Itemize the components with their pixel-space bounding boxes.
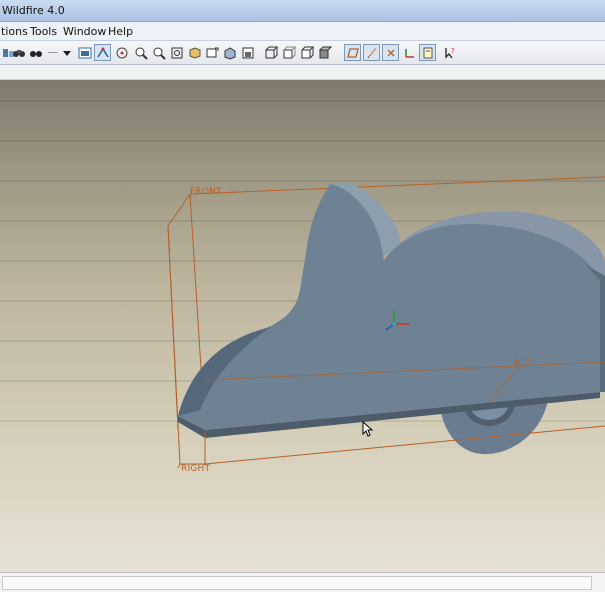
bottom-margin bbox=[0, 592, 605, 605]
window-title: Wildfire 4.0 bbox=[2, 4, 65, 17]
axis-label: A_1 bbox=[514, 358, 531, 368]
status-bar bbox=[0, 572, 605, 592]
repaint-icon[interactable] bbox=[239, 44, 256, 61]
menu-window[interactable]: Window bbox=[63, 25, 106, 38]
annotation-toggle-icon[interactable] bbox=[419, 44, 436, 61]
spin-center-icon[interactable] bbox=[113, 44, 130, 61]
display-style-icon[interactable] bbox=[76, 44, 93, 61]
whats-this-icon[interactable]: ? bbox=[441, 44, 458, 61]
no-hidden-icon[interactable] bbox=[298, 44, 315, 61]
shading-icon[interactable] bbox=[316, 44, 333, 61]
saved-views-icon[interactable] bbox=[203, 44, 220, 61]
toolbar: ? bbox=[0, 41, 605, 65]
menu-bar: tions Tools Window Help bbox=[0, 22, 605, 41]
datum-display-icon[interactable] bbox=[94, 44, 111, 61]
menu-applications[interactable]: tions bbox=[1, 25, 28, 38]
zoom-in-icon[interactable] bbox=[132, 44, 149, 61]
model-scene bbox=[0, 100, 605, 469]
planes-toggle-icon[interactable] bbox=[344, 44, 361, 61]
points-toggle-icon[interactable] bbox=[382, 44, 399, 61]
menu-help[interactable]: Help bbox=[108, 25, 133, 38]
binoculars-icon[interactable] bbox=[10, 44, 27, 61]
binoculars-2-icon[interactable] bbox=[27, 44, 44, 61]
title-bar: Wildfire 4.0 bbox=[0, 0, 605, 22]
front-plane-label: FRONT bbox=[190, 187, 222, 197]
svg-text:?: ? bbox=[451, 47, 455, 55]
refit-icon[interactable] bbox=[168, 44, 185, 61]
dropdown-arrow-icon[interactable] bbox=[58, 44, 75, 61]
orient-icon[interactable] bbox=[221, 44, 238, 61]
zoom-out-icon[interactable] bbox=[150, 44, 167, 61]
right-plane-label: RIGHT bbox=[181, 464, 211, 474]
wireframe-icon[interactable] bbox=[262, 44, 279, 61]
graphics-viewport[interactable]: FRONT RIGHT A_1 bbox=[0, 80, 605, 572]
menu-tools[interactable]: Tools bbox=[30, 25, 57, 38]
hidden-line-icon[interactable] bbox=[280, 44, 297, 61]
mouse-cursor-icon bbox=[362, 421, 374, 437]
axes-toggle-icon[interactable] bbox=[363, 44, 380, 61]
csys-toggle-icon[interactable] bbox=[401, 44, 418, 61]
view-manager-icon[interactable] bbox=[186, 44, 203, 61]
message-strip bbox=[0, 65, 605, 80]
status-message-area bbox=[2, 576, 592, 590]
